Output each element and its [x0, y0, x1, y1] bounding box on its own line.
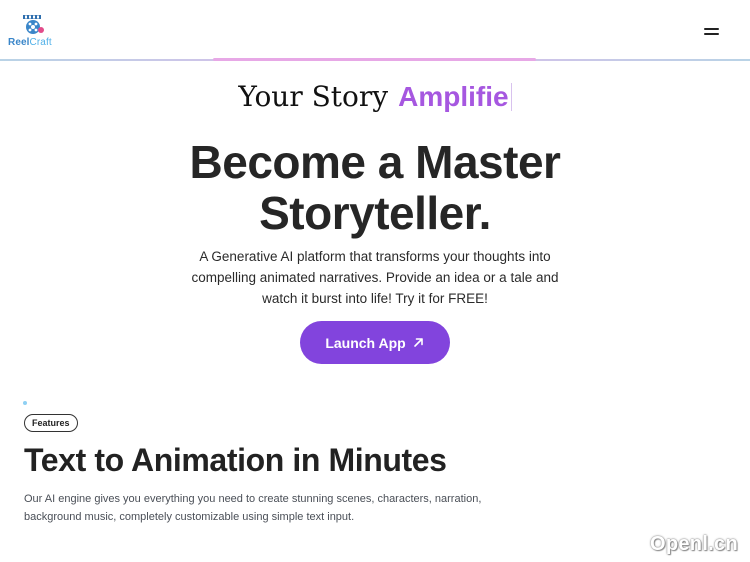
site-header: ReelCraft [0, 0, 750, 60]
logo[interactable]: ReelCraft [8, 12, 60, 50]
features-description: Our AI engine gives you everything you n… [24, 493, 482, 523]
tagline-animated-text: Amplifie [398, 80, 509, 112]
header-accent-line [213, 58, 536, 61]
logo-text: ReelCraft [8, 37, 60, 48]
launch-app-button[interactable]: Launch App [300, 321, 450, 364]
logo-text-craft: Craft [29, 37, 52, 48]
typing-caret [510, 82, 512, 111]
hero-title: Become a Master Storyteller. [0, 137, 750, 239]
hamburger-menu-icon [704, 28, 719, 30]
hamburger-menu-button[interactable] [702, 24, 724, 40]
hero-description: A Generative AI platform that transforms… [191, 249, 559, 306]
tagline-static-text: Your Story [238, 80, 389, 113]
hero-title-line1: Become a Master [189, 136, 561, 188]
decorative-dot [23, 401, 27, 405]
watermark: Openl.cn [650, 533, 738, 555]
film-reel-icon [23, 15, 44, 34]
hero-tagline: Your Story Amplifie [0, 80, 750, 113]
arrow-up-right-icon [413, 338, 423, 347]
features-title: Text to Animation in Minutes [24, 442, 447, 478]
logo-text-reel: Reel [8, 37, 30, 48]
features-badge: Features [24, 414, 78, 432]
hero-title-line2: Storyteller. [259, 187, 491, 239]
launch-app-label: Launch App [325, 334, 406, 351]
